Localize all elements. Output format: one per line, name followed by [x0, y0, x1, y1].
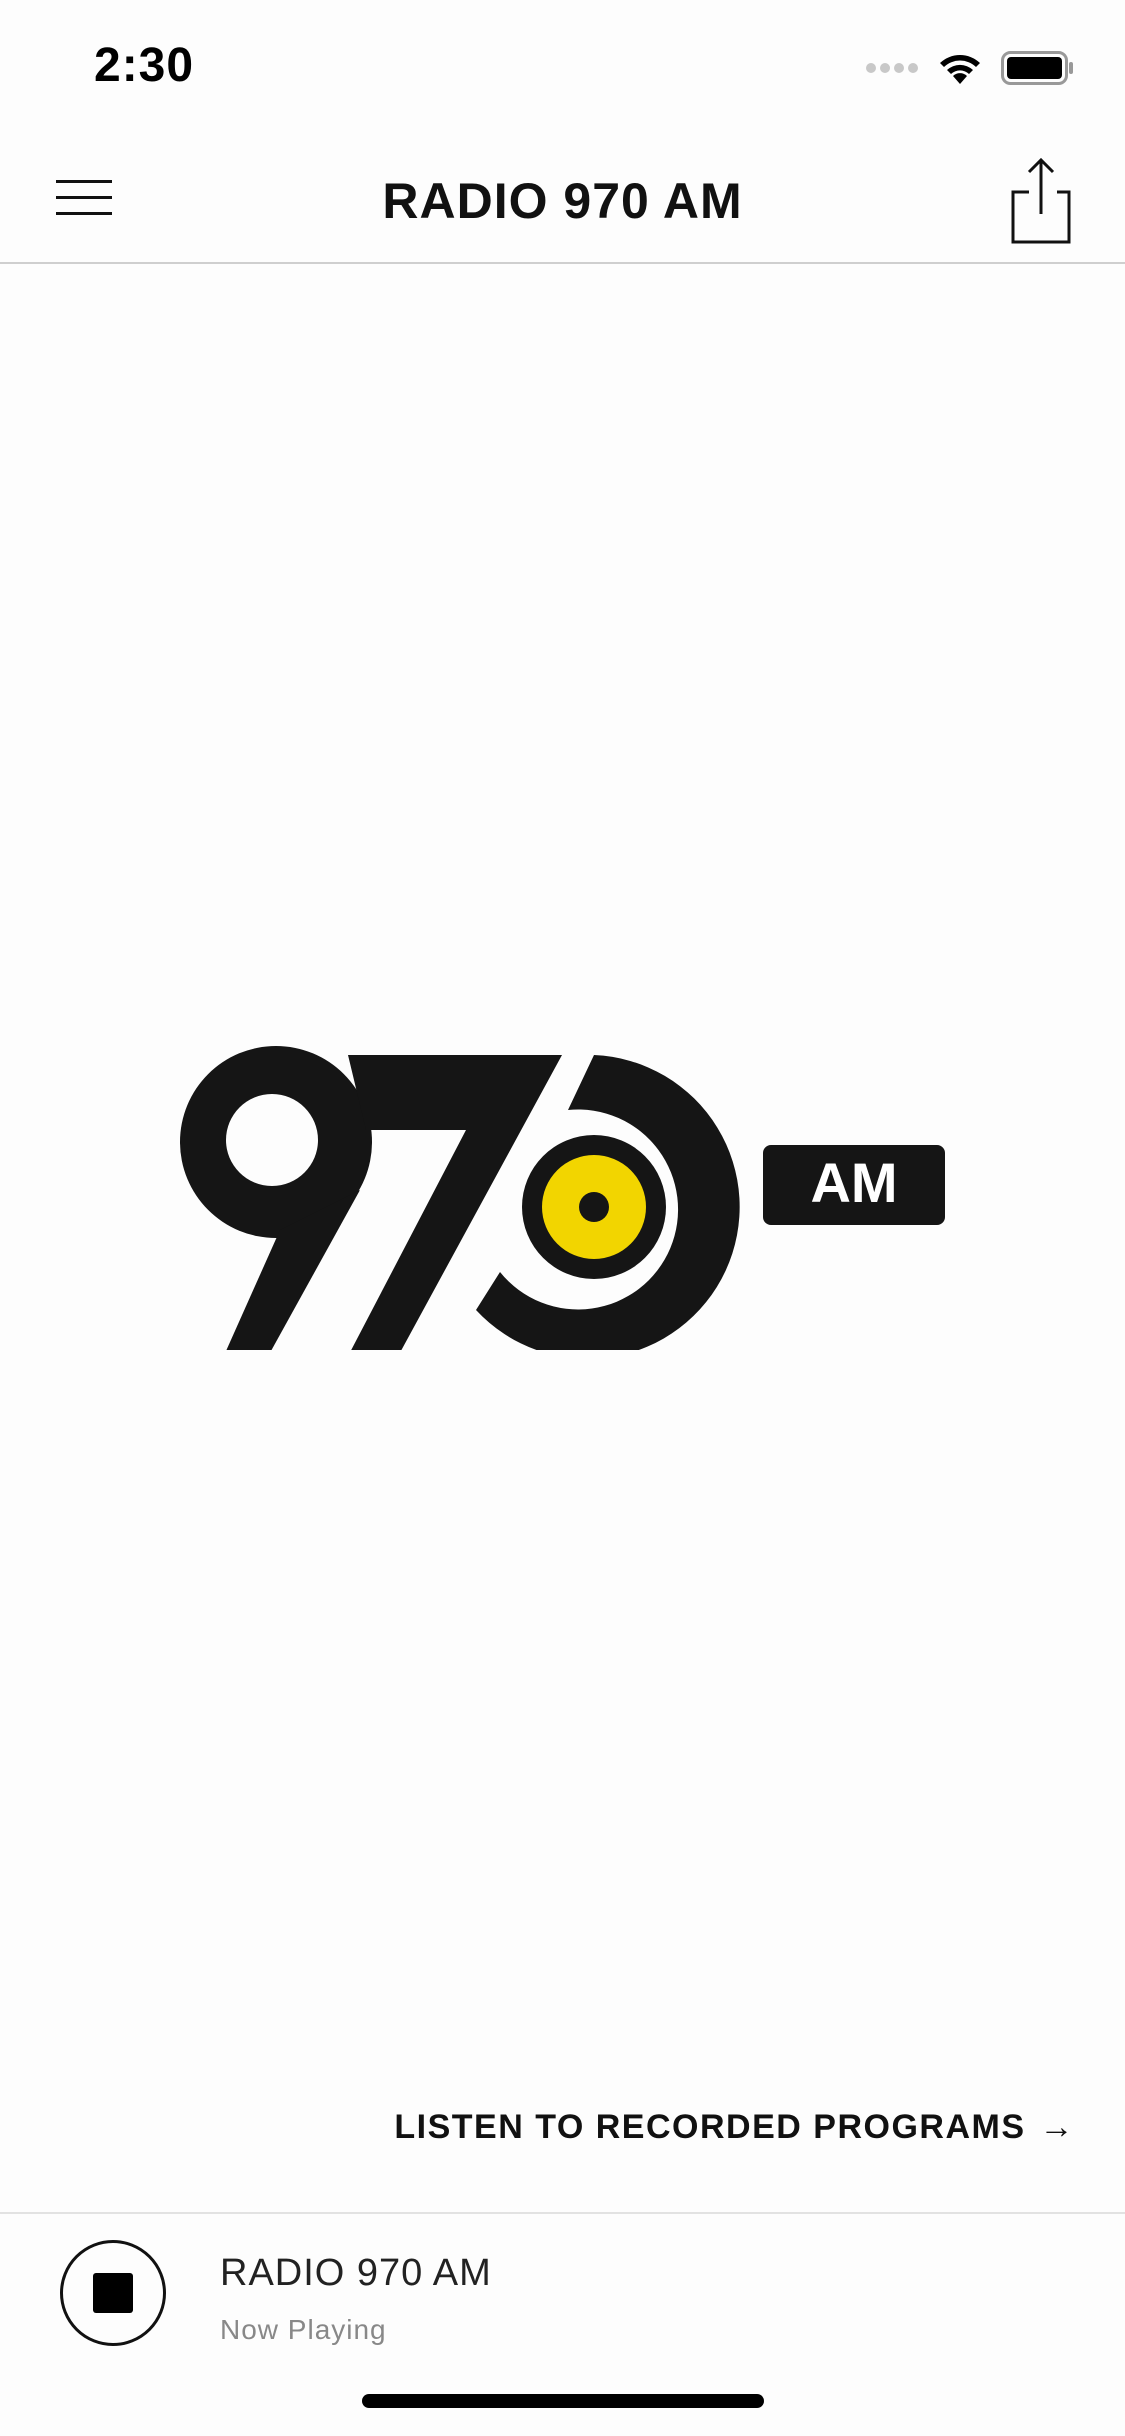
station-logo: AM [180, 1046, 945, 1350]
player-station-title: RADIO 970 AM [220, 2252, 492, 2294]
logo-digit-nine [180, 1046, 372, 1350]
signal-dots-icon [866, 63, 918, 73]
logo-am-text: AM [810, 1151, 897, 1214]
status-icons [865, 50, 1075, 86]
status-time: 2:30 [94, 39, 195, 92]
nav-bar: RADIO 970 AM [0, 132, 1125, 264]
home-indicator[interactable] [362, 2394, 764, 2408]
page-title: RADIO 970 AM [382, 173, 743, 229]
share-icon[interactable] [1005, 156, 1081, 246]
wifi-icon [940, 55, 980, 84]
battery-icon [1001, 51, 1073, 85]
status-bar: 2:30 [0, 0, 1125, 132]
stop-icon [93, 2273, 133, 2313]
stop-button[interactable] [60, 2240, 166, 2346]
arrow-right-icon: → [1039, 2108, 1075, 2146]
recorded-programs-link[interactable]: LISTEN TO RECORDED PROGRAMS → [394, 2108, 1075, 2147]
recorded-programs-label: LISTEN TO RECORDED PROGRAMS [394, 2108, 1026, 2146]
player-status: Now Playing [220, 2314, 387, 2345]
